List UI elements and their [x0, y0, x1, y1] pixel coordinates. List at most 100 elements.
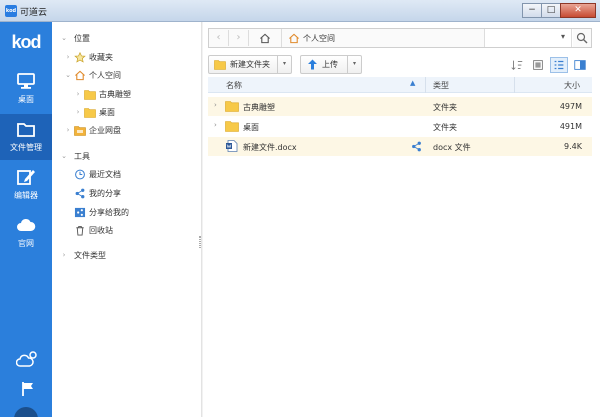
panel-resize-handle[interactable]: [199, 236, 201, 248]
file-name: 桌面: [243, 123, 259, 132]
rail-item-label: 文件管理: [10, 143, 42, 152]
rail-item-website[interactable]: 官网: [0, 210, 52, 256]
rail-item-file-manager[interactable]: 文件管理: [0, 114, 52, 160]
share-icon: [75, 188, 85, 198]
folder-icon: [225, 121, 239, 132]
rail-item-editor[interactable]: 编辑器: [0, 162, 52, 208]
chevron-right-icon: ›: [66, 53, 70, 61]
chevron-right-icon[interactable]: ›: [214, 121, 217, 129]
tree-item-enterprise-disk[interactable]: › 企业网盘: [64, 122, 121, 138]
folder-icon: [225, 101, 239, 112]
column-header-name[interactable]: 名称: [226, 80, 242, 91]
chevron-down-icon: ⌄: [61, 152, 67, 160]
new-folder-button[interactable]: 新建文件夹 ▾: [208, 55, 292, 74]
close-button[interactable]: ✕: [560, 3, 596, 18]
file-size: 497M: [559, 102, 582, 111]
rail-item-label: 官网: [18, 239, 34, 248]
tree-section-tools[interactable]: ⌄ 工具: [60, 148, 90, 164]
address-bar: ‹ › 个人空间 ▾: [208, 28, 592, 48]
split-view-icon[interactable]: [571, 57, 589, 73]
cloud-settings-icon[interactable]: [16, 350, 38, 368]
new-folder-label: 新建文件夹: [230, 60, 270, 69]
cloud-icon: [17, 218, 36, 231]
tree-item-favorites[interactable]: › 收藏夹: [64, 49, 113, 65]
chevron-right-icon[interactable]: ›: [214, 101, 217, 109]
kod-logo: kod: [11, 32, 41, 52]
window-controls: − □ ✕: [522, 3, 596, 18]
home-crumb[interactable]: [259, 29, 271, 47]
chevron-down-icon: ⌄: [61, 34, 67, 42]
column-divider[interactable]: [514, 77, 515, 93]
chevron-right-icon: ›: [76, 90, 80, 98]
file-type: 文件夹: [433, 103, 457, 112]
avatar[interactable]: [14, 407, 38, 417]
file-size: 491M: [559, 122, 582, 131]
chevron-down-icon[interactable]: ▾: [277, 56, 291, 73]
grid-view-icon[interactable]: [529, 57, 547, 73]
rail-item-desktop[interactable]: 桌面: [0, 66, 52, 112]
chevron-down-icon[interactable]: ▾: [561, 32, 565, 41]
tree-item-my-shares[interactable]: 我的分享: [72, 185, 121, 201]
app-rail: kod 桌面 文件管理 编辑器 官网: [0, 22, 52, 417]
tree-item-label: 古典雕塑: [99, 89, 131, 99]
chevron-right-icon: ›: [62, 251, 66, 259]
folder-icon: [84, 89, 96, 100]
personal-space-icon: [289, 33, 299, 43]
search-icon: [576, 32, 588, 44]
column-header-type[interactable]: 类型: [433, 80, 449, 91]
table-row[interactable]: › 古典雕塑 文件夹 497M: [208, 97, 592, 116]
back-button[interactable]: ‹: [209, 30, 229, 46]
tree-item-classical-sculpture[interactable]: › 古典雕塑: [74, 86, 131, 102]
chevron-down-icon[interactable]: ▾: [347, 56, 361, 73]
enterprise-folder-icon: [74, 125, 86, 136]
tree-item-shared-with-me[interactable]: 分享给我的: [72, 204, 129, 220]
chevron-right-icon: ›: [66, 126, 70, 134]
column-header-size[interactable]: 大小: [564, 80, 580, 91]
maximize-button[interactable]: □: [541, 3, 561, 18]
tree-item-label: 回收站: [89, 225, 113, 235]
column-divider[interactable]: [425, 77, 426, 93]
monitor-icon: [17, 73, 35, 89]
flag-icon[interactable]: [16, 380, 38, 398]
forward-button[interactable]: ›: [229, 30, 249, 46]
breadcrumb[interactable]: 个人空间: [281, 29, 335, 47]
clock-icon: [75, 169, 85, 179]
tree-item-label: 我的分享: [89, 188, 121, 198]
folder-tree: ⌄ 位置 › 收藏夹 ⌄ 个人空间 › 古典雕塑 › 桌面 › 企业网盘 ⌄ 工…: [52, 22, 202, 417]
upload-button[interactable]: 上传 ▾: [300, 55, 362, 74]
star-icon: [74, 51, 86, 63]
tree-section-label: 工具: [74, 151, 90, 161]
chevron-right-icon: ›: [76, 108, 80, 116]
tree-item-label: 最近文档: [89, 169, 121, 179]
minimize-button[interactable]: −: [522, 3, 542, 18]
view-switcher: [505, 55, 589, 75]
tree-item-desktop[interactable]: › 桌面: [74, 104, 115, 120]
tree-section-file-types[interactable]: › 文件类型: [60, 247, 106, 263]
table-row[interactable]: › 桌面 文件夹 491M: [208, 117, 592, 136]
shared-with-me-icon: [74, 207, 86, 217]
tree-item-label: 收藏夹: [89, 52, 113, 62]
sort-icon[interactable]: [508, 57, 526, 73]
tree-item-recent-docs[interactable]: 最近文档: [72, 166, 121, 182]
tree-section-label: 文件类型: [74, 250, 106, 260]
search-input[interactable]: ▾: [484, 29, 573, 47]
breadcrumb-current: 个人空间: [303, 33, 335, 43]
upload-label: 上传: [322, 60, 338, 69]
home-icon: [260, 33, 270, 43]
list-view-icon[interactable]: [550, 57, 568, 73]
tree-item-label: 企业网盘: [89, 125, 121, 135]
table-row[interactable]: 新建文件.docx docx 文件 9.4K: [208, 137, 592, 156]
search-button[interactable]: [571, 29, 591, 47]
file-size: 9.4K: [564, 142, 582, 151]
tree-item-recycle-bin[interactable]: 回收站: [72, 222, 113, 238]
file-type: docx 文件: [433, 143, 471, 152]
sort-ascending-icon[interactable]: ▲: [410, 79, 415, 87]
tree-section-location[interactable]: ⌄ 位置: [60, 30, 90, 46]
folder-icon: [17, 123, 35, 137]
tree-section-label: 位置: [74, 33, 90, 43]
rail-item-label: 编辑器: [14, 191, 38, 200]
folder-icon: [214, 60, 226, 70]
tree-item-personal-space[interactable]: ⌄ 个人空间: [64, 67, 121, 83]
share-icon[interactable]: [411, 141, 422, 152]
app-icon: kod: [5, 5, 17, 17]
